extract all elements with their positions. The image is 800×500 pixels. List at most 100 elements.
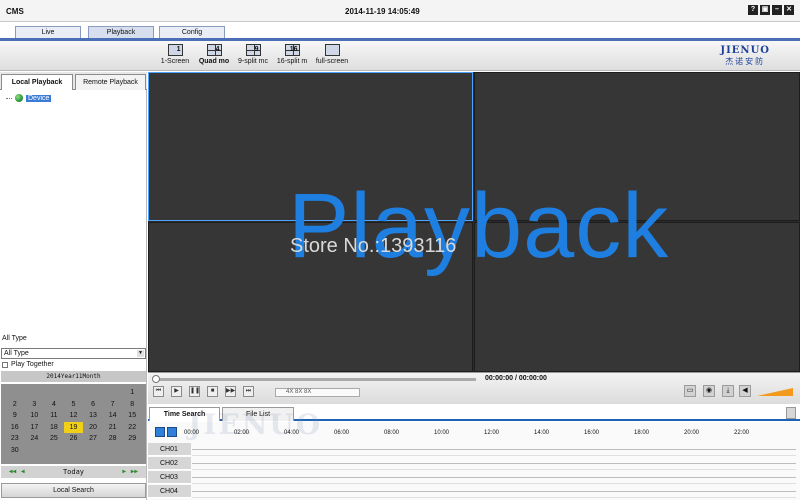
calendar-day[interactable]: 26 [64, 433, 84, 445]
channel-row[interactable]: CH03 [148, 471, 800, 484]
channel-row[interactable]: CH02 [148, 457, 800, 470]
layout-9-split-button[interactable]: 9 9-split mc [233, 44, 273, 65]
calendar-day[interactable]: 30 [5, 445, 25, 457]
next-year-icon[interactable]: ▶▶ [131, 466, 138, 478]
pause-icon[interactable]: ❚❚ [189, 386, 200, 397]
title-bar: CMS 2014-11-19 14:05:49 ? ▣ – ✕ [0, 0, 800, 22]
fast-forward-icon[interactable]: ▶▶ [225, 386, 236, 397]
calendar-day[interactable]: 10 [25, 410, 45, 422]
calendar-day[interactable]: 23 [5, 433, 25, 445]
prev-year-icon[interactable]: ◀◀ [9, 466, 16, 478]
calendar-day[interactable]: 7 [103, 399, 123, 411]
tab-remote-playback[interactable]: Remote Playback [75, 74, 146, 90]
download-icon[interactable]: ⤓ [722, 385, 734, 397]
volume-slider[interactable] [757, 388, 793, 396]
local-search-button[interactable]: Local Search [1, 483, 146, 498]
tab-local-playback[interactable]: Local Playback [1, 74, 73, 90]
app-title: CMS [6, 7, 24, 16]
channel-track[interactable] [192, 463, 796, 464]
folder-icon[interactable]: ▭ [684, 385, 696, 397]
calendar-day[interactable]: 1 [122, 387, 142, 399]
progress-knob[interactable] [152, 375, 160, 383]
close-icon[interactable]: ✕ [784, 5, 794, 15]
playback-source-tabs: Local Playback Remote Playback [0, 72, 147, 90]
scroll-icon[interactable] [786, 407, 796, 419]
calendar-day[interactable]: 13 [83, 410, 103, 422]
calendar-day[interactable]: 12 [64, 410, 84, 422]
channel-track[interactable] [192, 477, 796, 478]
lock-icon[interactable]: ▣ [760, 5, 770, 15]
calendar-day[interactable]: 24 [25, 433, 45, 445]
record-type-label: All Type [2, 335, 27, 342]
zoom-out-icon[interactable] [167, 427, 177, 437]
calendar-day[interactable]: 29 [122, 433, 142, 445]
fullscreen-button[interactable]: full-screen [312, 44, 352, 65]
nine-split-icon: 9 [245, 44, 261, 56]
calendar-day[interactable]: 18 [44, 422, 64, 434]
store-watermark: Store No.:1393116 [290, 235, 457, 257]
channel-row[interactable]: CH01 [148, 443, 800, 456]
play-icon[interactable]: ▶ [171, 386, 182, 397]
calendar-day[interactable]: 20 [83, 422, 103, 434]
minimize-icon[interactable]: – [772, 5, 782, 15]
timeline-tick-label: 12:00 [484, 430, 500, 436]
stop-icon[interactable]: ■ [207, 386, 218, 397]
volume-icon[interactable]: ◀ [739, 385, 751, 397]
calendar-day[interactable]: 21 [103, 422, 123, 434]
calendar-day[interactable]: 17 [25, 422, 45, 434]
play-together-label: Play Together [11, 361, 54, 368]
layout-16-split-button[interactable]: 16 16-split m [272, 44, 312, 65]
next-frame-icon[interactable]: ⏭ [243, 386, 254, 397]
calendar-day[interactable]: 16 [5, 422, 25, 434]
channel-track[interactable] [192, 491, 796, 492]
calendar-day[interactable]: 3 [25, 399, 45, 411]
calendar-day [64, 387, 84, 399]
calendar: 1 2 3 4 5 6 7 8 9 10 11 12 13 14 15 16 17 18 19 20 21 22 23 24 2… [1, 384, 146, 464]
channel-label: CH04 [148, 485, 191, 498]
prev-month-icon[interactable]: ◀ [21, 466, 25, 478]
today-button[interactable]: Today [63, 468, 84, 476]
prev-frame-icon[interactable]: ⏮ [153, 386, 164, 397]
row-divider [192, 483, 796, 484]
timecode: 00:00:00 / 00:00:00 [485, 375, 547, 382]
playback-progress-bar[interactable] [154, 378, 476, 381]
timeline: JIENUO 00:00 02:00 04:00 06:00 08:00 10:00 12:… [148, 408, 800, 500]
calendar-day [122, 445, 142, 457]
speed-slider[interactable]: 4X 8X 8X [275, 388, 360, 397]
calendar-day[interactable]: 28 [103, 433, 123, 445]
layout-quad-button[interactable]: 4 Quad mo [194, 44, 234, 65]
timeline-tick-label: 06:00 [334, 430, 350, 436]
record-type-select[interactable]: All Type ▼ [1, 348, 146, 359]
chevron-down-icon: ▼ [137, 350, 144, 357]
channel-track[interactable] [192, 449, 796, 450]
calendar-day[interactable]: 11 [44, 410, 64, 422]
calendar-day[interactable]: 22 [122, 422, 142, 434]
zoom-in-icon[interactable] [155, 427, 165, 437]
calendar-day[interactable]: 4 [44, 399, 64, 411]
play-together-checkbox[interactable] [2, 361, 8, 368]
calendar-day[interactable]: 8 [122, 399, 142, 411]
help-icon[interactable]: ? [748, 5, 758, 15]
next-month-icon[interactable]: ▶ [122, 466, 126, 478]
calendar-day [103, 445, 123, 457]
play-together-option[interactable]: Play Together [2, 361, 54, 368]
channel-row[interactable]: CH04 [148, 485, 800, 498]
layout-1-screen-button[interactable]: 1 1-Screen [155, 44, 195, 65]
channel-label: CH01 [148, 443, 191, 456]
calendar-day[interactable]: 9 [5, 410, 25, 422]
playback-watermark: Playback [288, 175, 670, 277]
tree-item-device[interactable]: Device [26, 94, 52, 102]
window-controls: ? ▣ – ✕ [748, 5, 794, 15]
calendar-day [44, 445, 64, 457]
calendar-day[interactable]: 19 [63, 421, 84, 434]
single-screen-icon: 1 [167, 44, 183, 56]
calendar-day[interactable]: 15 [122, 410, 142, 422]
calendar-day[interactable]: 25 [44, 433, 64, 445]
camera-icon[interactable]: ◉ [703, 385, 715, 397]
logo-cn-text: 杰诺安防 [725, 57, 766, 66]
calendar-day[interactable]: 14 [103, 410, 123, 422]
calendar-day[interactable]: 2 [5, 399, 25, 411]
calendar-day[interactable]: 6 [83, 399, 103, 411]
calendar-day[interactable]: 5 [64, 399, 84, 411]
calendar-day[interactable]: 27 [83, 433, 103, 445]
